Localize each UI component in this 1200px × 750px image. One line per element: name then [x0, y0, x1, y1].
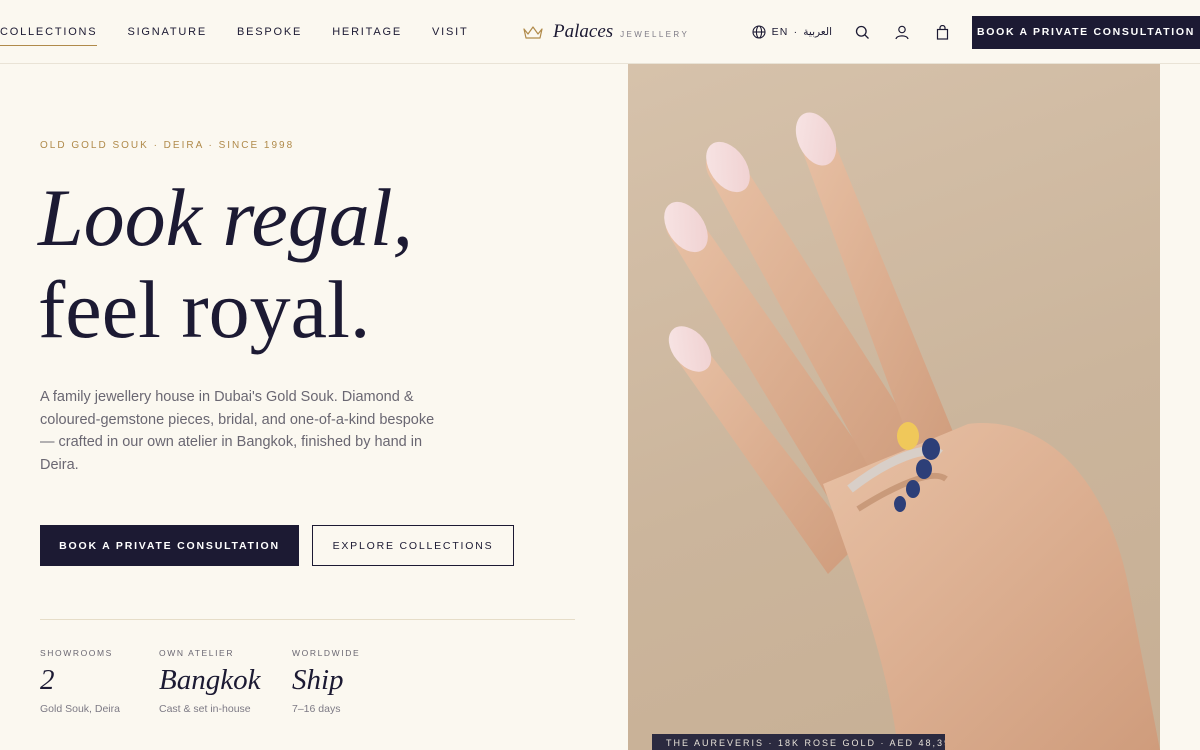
stat-label: SHOWROOMS — [40, 648, 113, 658]
hand-illustration — [664, 112, 1160, 750]
image-caption: THE AUREVERIS · 18K ROSE GOLD · AED 48,3… — [652, 734, 945, 750]
hero-lead: A family jewellery house in Dubai's Gold… — [40, 389, 435, 473]
search-icon[interactable] — [852, 22, 872, 42]
stat-showrooms: SHOWROOMS 2 Gold Souk, Deira — [40, 648, 120, 715]
headline-line-1: Look regal, — [38, 172, 414, 263]
stats-divider — [40, 619, 575, 620]
bag-icon[interactable] — [932, 22, 952, 42]
nav-visit[interactable]: VISIT — [432, 18, 469, 46]
header-book-consultation-button[interactable]: BOOK A PRIVATE CONSULTATION — [972, 15, 1200, 49]
language-switcher[interactable]: EN · العربية — [752, 25, 832, 39]
stat-note: Gold Souk, Deira — [40, 703, 120, 715]
lang-ar[interactable]: العربية — [803, 26, 832, 38]
stat-value: Ship — [292, 664, 344, 696]
header-tools: EN · العربية BOOK A PRIVATE CONSULTATION — [752, 0, 1200, 64]
stat-label: WORLDWIDE — [292, 648, 361, 658]
lang-en[interactable]: EN — [772, 26, 789, 38]
site-header: COLLECTIONS SIGNATURE BESPOKE HERITAGE V… — [0, 0, 1200, 64]
nav-signature[interactable]: SIGNATURE — [127, 18, 207, 46]
stat-shipping: WORLDWIDE Ship 7–16 days — [292, 648, 360, 715]
brand-logo[interactable]: Palaces JEWELLERY — [523, 18, 689, 46]
stat-label: OWN ATELIER — [159, 648, 235, 658]
lang-separator: · — [793, 26, 799, 38]
headline-line-2: feel royal. — [38, 264, 371, 355]
stat-value: 2 — [40, 664, 55, 696]
globe-icon — [752, 25, 766, 39]
stat-note: 7–16 days — [292, 703, 341, 715]
main-nav: COLLECTIONS SIGNATURE BESPOKE HERITAGE V… — [0, 0, 499, 64]
stat-value: Bangkok — [159, 664, 261, 696]
brand-subtitle: JEWELLERY — [620, 29, 690, 39]
crown-icon — [523, 25, 543, 39]
nav-heritage[interactable]: HERITAGE — [332, 18, 402, 46]
explore-collections-button[interactable]: EXPLORE COLLECTIONS — [312, 525, 514, 566]
user-icon[interactable] — [892, 22, 912, 42]
hero-hand-ring-image — [628, 64, 1160, 750]
hero-eyebrow: OLD GOLD SOUK · DEIRA · SINCE 1998 — [40, 140, 295, 151]
brand-name: Palaces — [553, 21, 614, 42]
nav-collections[interactable]: COLLECTIONS — [0, 18, 98, 46]
nav-bespoke[interactable]: BESPOKE — [237, 18, 302, 46]
stat-note: Cast & set in-house — [159, 703, 251, 715]
stat-atelier: OWN ATELIER Bangkok Cast & set in-house — [159, 648, 260, 715]
book-consultation-button[interactable]: BOOK A PRIVATE CONSULTATION — [40, 525, 299, 566]
hero-headline: Look regal, feel royal. — [38, 172, 413, 356]
